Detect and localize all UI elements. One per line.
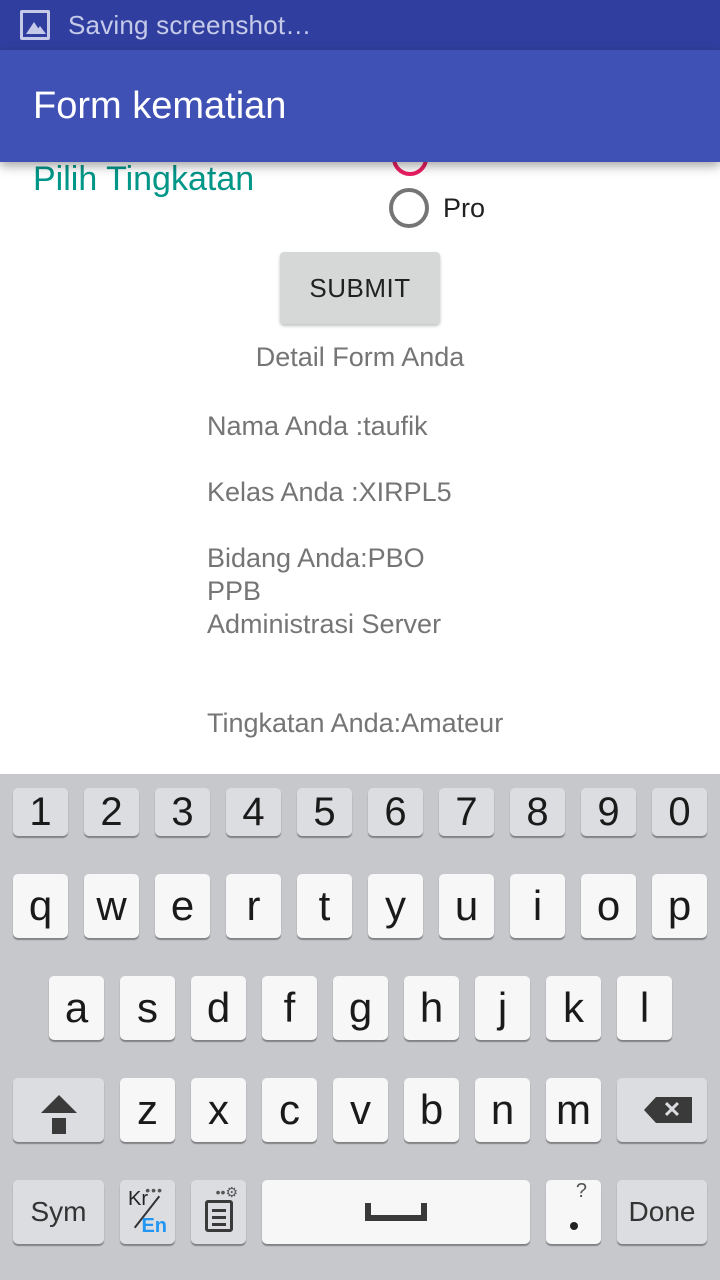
key-e[interactable]: e (155, 874, 210, 938)
status-bar: Saving screenshot… (0, 0, 720, 50)
period-key[interactable]: ? (546, 1180, 601, 1244)
radio-circle[interactable] (389, 188, 429, 228)
space-icon (365, 1203, 427, 1221)
key-z[interactable]: z (120, 1078, 175, 1142)
key-d[interactable]: d (191, 976, 246, 1040)
settings-mini-icon: ••⚙ (215, 1184, 238, 1200)
shift-arrow-icon (40, 1095, 77, 1113)
shift-key[interactable] (13, 1078, 104, 1142)
key-m[interactable]: m (546, 1078, 601, 1142)
key-9[interactable]: 9 (581, 788, 636, 836)
key-i[interactable]: i (510, 874, 565, 938)
soft-keyboard: 1 2 3 4 5 6 7 8 9 0 q w e r t y u i o p … (0, 774, 720, 1280)
app-bar: Form kematian (0, 50, 720, 162)
key-q[interactable]: q (13, 874, 68, 938)
period-dot (569, 1222, 578, 1230)
key-w[interactable]: w (84, 874, 139, 938)
detail-field-3: Administrasi Server (207, 609, 442, 639)
key-v[interactable]: v (333, 1078, 388, 1142)
key-8[interactable]: 8 (510, 788, 565, 836)
status-text: Saving screenshot… (68, 9, 312, 40)
period-alt-char: ? (575, 1180, 587, 1202)
backspace-icon: ✕ (644, 1097, 692, 1123)
lang-en: En (141, 1215, 167, 1237)
key-t[interactable]: t (297, 874, 352, 938)
key-b[interactable]: b (404, 1078, 459, 1142)
key-s[interactable]: s (120, 976, 175, 1040)
key-2[interactable]: 2 (84, 788, 139, 836)
lang-kr: Kr (128, 1188, 148, 1210)
key-y[interactable]: y (368, 874, 423, 938)
backspace-key[interactable]: ✕ (617, 1078, 707, 1142)
key-l[interactable]: l (617, 976, 672, 1040)
key-5[interactable]: 5 (297, 788, 352, 836)
key-f[interactable]: f (262, 976, 317, 1040)
clipboard-icon (204, 1200, 233, 1232)
key-7[interactable]: 7 (439, 788, 494, 836)
done-key[interactable]: Done (617, 1180, 707, 1244)
image-icon (20, 10, 50, 40)
radio-pro-label: Pro (443, 192, 486, 223)
detail-level: Tingkatan Anda:Amateur (207, 708, 504, 738)
detail-field-1: Bidang Anda:PBO (207, 543, 425, 573)
key-u[interactable]: u (439, 874, 494, 938)
key-n[interactable]: n (475, 1078, 530, 1142)
form-content: Pilih Tingkatan Pro SUBMIT Detail Form A… (0, 162, 720, 774)
key-h[interactable]: h (404, 976, 459, 1040)
key-p[interactable]: p (652, 874, 707, 938)
level-label: Pilih Tingkatan (33, 162, 255, 198)
key-4[interactable]: 4 (226, 788, 281, 836)
detail-title: Detail Form Anda (255, 342, 465, 372)
detail-field-2: PPB (207, 576, 262, 606)
key-6[interactable]: 6 (368, 788, 423, 836)
key-j[interactable]: j (475, 976, 530, 1040)
key-g[interactable]: g (333, 976, 388, 1040)
clipboard-key[interactable]: ••⚙ (191, 1180, 246, 1244)
key-o[interactable]: o (581, 874, 636, 938)
radio-pro[interactable]: Pro (389, 188, 485, 228)
language-switch-key[interactable]: ••• Kr En (120, 1180, 175, 1244)
key-0[interactable]: 0 (652, 788, 707, 836)
key-1[interactable]: 1 (13, 788, 68, 836)
key-k[interactable]: k (546, 976, 601, 1040)
key-x[interactable]: x (191, 1078, 246, 1142)
key-3[interactable]: 3 (155, 788, 210, 836)
space-key[interactable] (262, 1180, 530, 1244)
radio-selected-partial[interactable] (392, 162, 428, 176)
sym-key[interactable]: Sym (13, 1180, 104, 1244)
shift-stem (51, 1118, 66, 1134)
key-a[interactable]: a (49, 976, 104, 1040)
key-r[interactable]: r (226, 874, 281, 938)
key-c[interactable]: c (262, 1078, 317, 1142)
submit-button[interactable]: SUBMIT (280, 252, 440, 324)
detail-name: Nama Anda :taufik (207, 411, 428, 441)
detail-class: Kelas Anda :XIRPL5 (207, 477, 452, 507)
language-icon: ••• Kr En (120, 1180, 175, 1244)
page-title: Form kematian (33, 84, 287, 127)
